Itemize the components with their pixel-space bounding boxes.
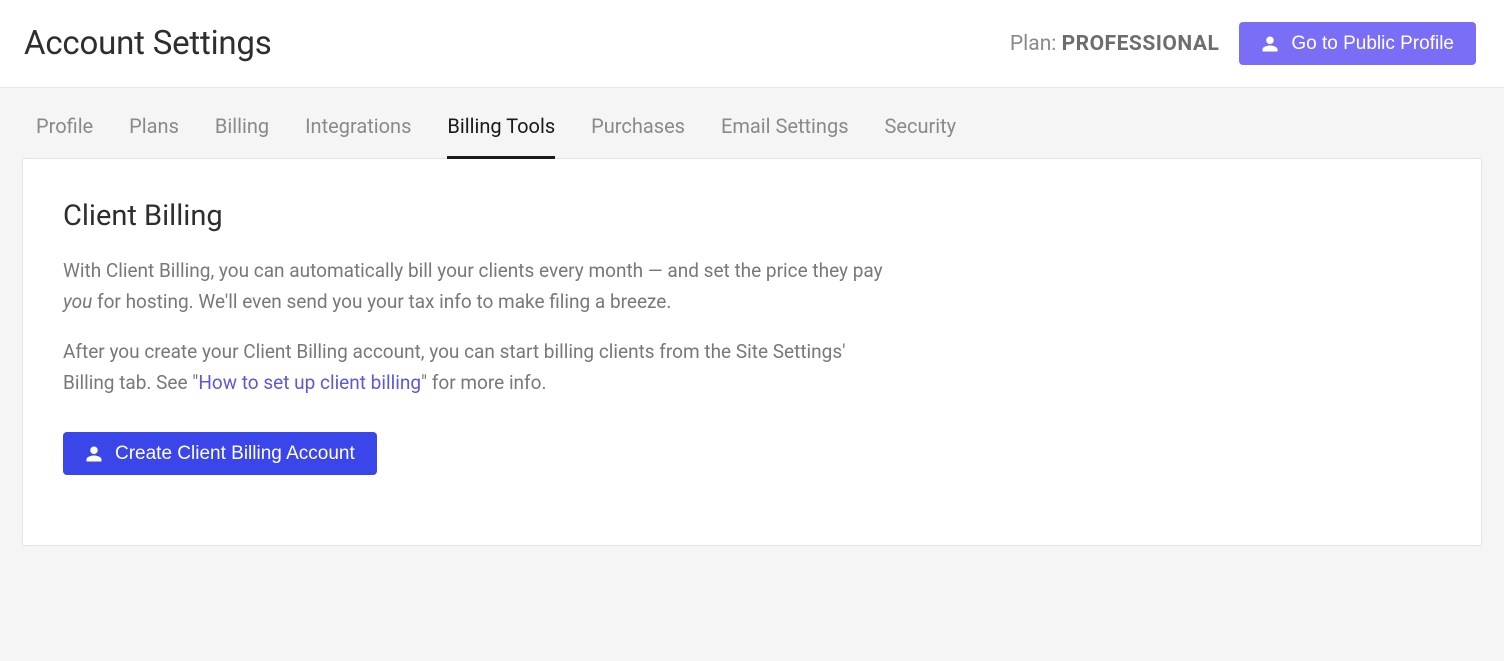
plan-label: Plan: xyxy=(1010,32,1062,56)
person-icon xyxy=(85,445,103,463)
create-client-billing-account-button[interactable]: Create Client Billing Account xyxy=(63,432,377,475)
client-billing-title: Client Billing xyxy=(63,199,1441,233)
content-container: Profile Plans Billing Integrations Billi… xyxy=(0,88,1504,568)
action-row: Create Client Billing Account xyxy=(63,432,1441,475)
billing-tools-panel: Client Billing With Client Billing, you … xyxy=(22,158,1482,546)
tab-profile[interactable]: Profile xyxy=(36,114,93,159)
plan-name: PROFESSIONAL xyxy=(1062,32,1220,56)
header-right: Plan: PROFESSIONAL Go to Public Profile xyxy=(1010,22,1476,65)
go-to-public-profile-label: Go to Public Profile xyxy=(1291,34,1454,53)
tabs: Profile Plans Billing Integrations Billi… xyxy=(22,88,1482,159)
page-title: Account Settings xyxy=(24,24,272,63)
person-icon xyxy=(1261,35,1279,53)
create-client-billing-account-label: Create Client Billing Account xyxy=(115,444,355,463)
how-to-setup-link[interactable]: How to set up client billing xyxy=(198,371,421,394)
tab-billing-tools[interactable]: Billing Tools xyxy=(447,114,555,159)
plan-indicator: Plan: PROFESSIONAL xyxy=(1010,32,1219,56)
client-billing-description-1: With Client Billing, you can automatical… xyxy=(63,255,883,318)
tab-integrations[interactable]: Integrations xyxy=(305,114,411,159)
tab-purchases[interactable]: Purchases xyxy=(591,114,685,159)
tab-security[interactable]: Security xyxy=(885,114,957,159)
tab-billing[interactable]: Billing xyxy=(215,114,269,159)
client-billing-description-2: After you create your Client Billing acc… xyxy=(63,336,883,399)
go-to-public-profile-button[interactable]: Go to Public Profile xyxy=(1239,22,1476,65)
page-header: Account Settings Plan: PROFESSIONAL Go t… xyxy=(0,0,1504,88)
tab-email-settings[interactable]: Email Settings xyxy=(721,114,849,159)
tab-plans[interactable]: Plans xyxy=(129,114,179,159)
